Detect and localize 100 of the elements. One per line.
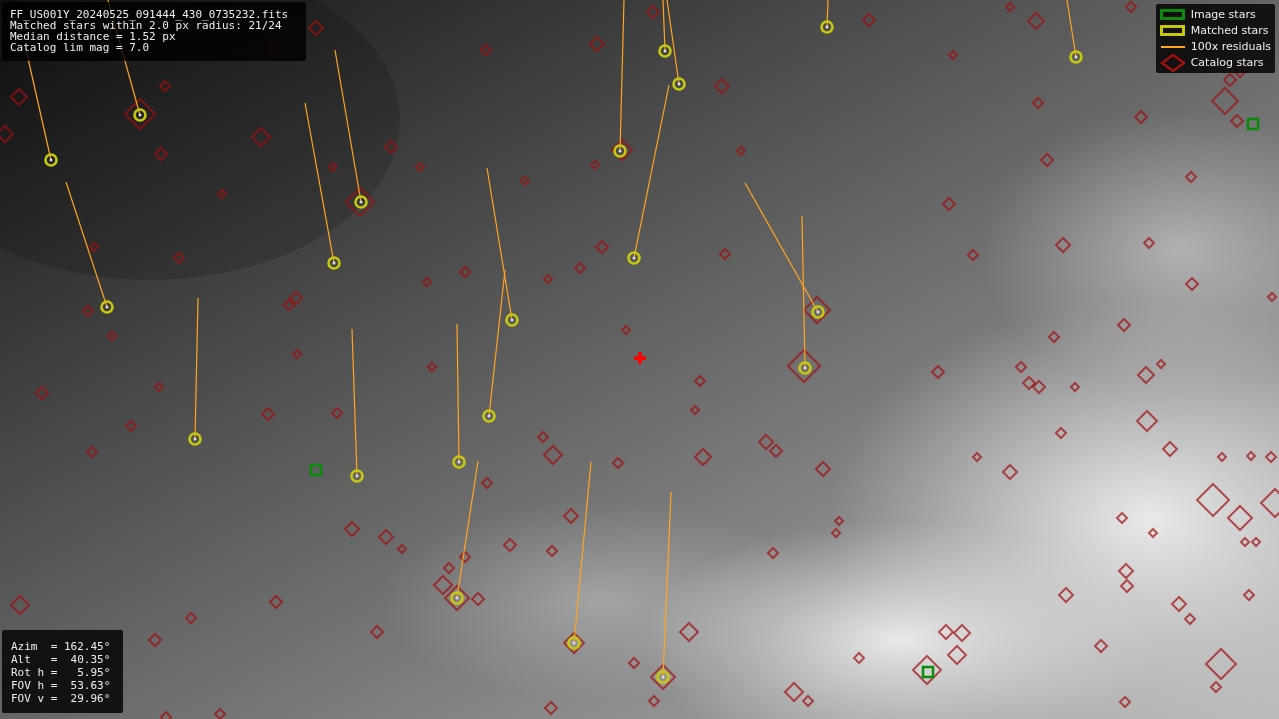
catalog-star-marker: [1014, 360, 1028, 374]
catalog-star-marker: [1226, 504, 1254, 532]
catalog-star-marker: [693, 374, 707, 388]
pointing-text: Rot h = 5.95°: [11, 666, 112, 679]
catalog-star-marker: [153, 381, 165, 393]
catalog-star-marker: [589, 159, 601, 171]
info-text: Median distance = 1.52 px: [10, 31, 176, 42]
info-text: Catalog lim mag = 7.0: [10, 42, 151, 53]
catalog-star-marker: [421, 276, 433, 288]
info-text: FF_US001Y_20240525_091444_430_0735232.fits: [10, 9, 290, 20]
catalog-star-marker: [610, 138, 634, 162]
catalog-star-marker: [288, 290, 304, 306]
catalog-star-marker: [941, 196, 957, 212]
catalog-star-marker: [502, 537, 518, 553]
pointing-text: FOV v = 29.96°: [11, 692, 112, 705]
catalog-star-marker: [594, 239, 610, 255]
catalog-star-marker: [768, 443, 784, 459]
catalog-star-marker: [1124, 0, 1138, 14]
catalog-star-marker: [369, 624, 385, 640]
catalog-star-marker: [123, 97, 157, 131]
catalog-star-marker: [678, 621, 700, 643]
catalog-star-marker: [718, 247, 732, 261]
catalog-star-marker: [1117, 562, 1135, 580]
catalog-star-marker: [852, 651, 866, 665]
catalog-star-marker: [1054, 426, 1068, 440]
catalog-star-marker: [1004, 1, 1016, 13]
legend-label: Matched stars: [1190, 23, 1269, 39]
catalog-star-marker: [1184, 170, 1198, 184]
legend-label: Catalog stars: [1190, 55, 1264, 71]
catalog-star-marker: [1245, 450, 1257, 462]
catalog-star-marker: [693, 447, 713, 467]
catalog-star-marker: [735, 145, 747, 157]
catalog-star-marker: [1250, 536, 1262, 548]
pointing-text: FOV h = 53.63°: [11, 679, 112, 692]
catalog-star-marker: [184, 611, 198, 625]
catalog-star-marker: [9, 87, 29, 107]
catalog-star-marker: [1161, 440, 1179, 458]
center-cross-icon: [634, 352, 646, 364]
catalog-star-marker: [216, 188, 228, 200]
catalog-star-marker: [649, 663, 677, 691]
catalog-star-marker: [1142, 236, 1156, 250]
catalog-star-marker: [0, 124, 15, 144]
info-text: Matched stars within 2.0 px radius: 21/24: [10, 20, 282, 31]
catalog-star-marker: [81, 304, 95, 318]
catalog-star-marker: [946, 644, 968, 666]
catalog-star-marker: [1069, 381, 1081, 393]
catalog-star-marker: [9, 594, 31, 616]
catalog-star-marker: [426, 361, 438, 373]
catalog-star-marker: [611, 456, 625, 470]
catalog-star-marker: [34, 385, 50, 401]
catalog-star-marker: [1021, 375, 1037, 391]
catalog-star-marker: [1119, 578, 1135, 594]
catalog-star-marker: [966, 248, 980, 262]
catalog-star-marker: [291, 348, 303, 360]
catalog-star-marker: [1031, 379, 1047, 395]
catalog-star-marker: [911, 654, 943, 686]
catalog-star-marker: [282, 298, 296, 312]
catalog-star-marker: [802, 295, 832, 325]
catalog-star-marker: [947, 49, 959, 61]
catalog-star-marker: [1057, 586, 1075, 604]
catalog-star-marker: [562, 507, 580, 525]
catalog-star-marker: [647, 694, 661, 708]
catalog-star-marker: [260, 406, 276, 422]
catalog-star-marker: [158, 79, 172, 93]
catalog-star-marker: [971, 451, 983, 463]
catalog-star-marker: [1115, 511, 1129, 525]
catalog-star-marker: [1183, 612, 1197, 626]
catalog-star-marker: [1001, 463, 1019, 481]
catalog-star-marker: [757, 433, 775, 451]
catalog-star-marker: [1054, 236, 1072, 254]
catalog-star-marker: [1135, 409, 1159, 433]
catalog-star-marker: [213, 707, 227, 719]
catalog-star-marker: [153, 146, 169, 162]
catalog-star-marker: [172, 251, 186, 265]
catalog-star-marker: [458, 550, 472, 564]
catalog-star-marker: [543, 700, 559, 716]
catalog-star-marker: [1170, 595, 1188, 613]
catalog-star-marker: [159, 710, 173, 719]
catalog-star-marker: [480, 476, 494, 490]
catalog-star-marker: [414, 161, 426, 173]
catalog-star-marker: [573, 261, 587, 275]
legend-label: Image stars: [1190, 7, 1256, 23]
catalog-star-marker: [620, 324, 632, 336]
catalog-star-marker: [458, 265, 472, 279]
catalog-star-marker: [1147, 527, 1159, 539]
catalog-star-marker: [588, 35, 606, 53]
catalog-star-marker: [1118, 695, 1132, 709]
catalog-star-marker: [88, 241, 100, 253]
catalog-star-marker: [1031, 96, 1045, 110]
catalog-star-marker: [766, 546, 780, 560]
catalog-star-marker: [124, 419, 138, 433]
catalog-star-marker: [713, 77, 731, 95]
catalog-star-marker: [479, 43, 493, 57]
catalog-star-marker: [1259, 487, 1279, 519]
catalog-star-marker: [307, 19, 325, 37]
catalog-star-marker: [383, 139, 399, 155]
catalog-star-marker: [1184, 276, 1200, 292]
catalog-star-marker: [519, 175, 531, 187]
catalog-star-marker: [106, 330, 118, 342]
catalog-star-marker: [268, 594, 284, 610]
